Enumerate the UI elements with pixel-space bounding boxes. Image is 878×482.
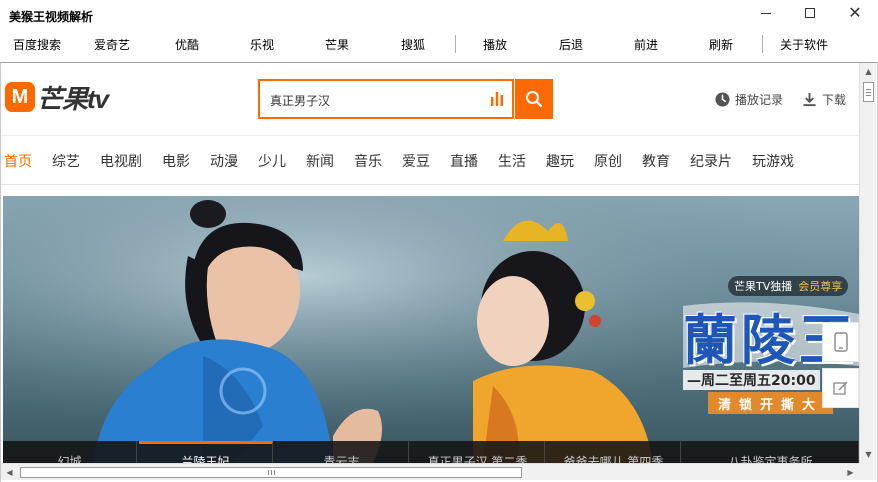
nav-original[interactable]: 原创 [594, 151, 622, 171]
scroll-left-arrow[interactable]: ◀ [1, 464, 18, 481]
nav-movie[interactable]: 电影 [162, 151, 190, 171]
app-toolbar: 百度搜索 爱奇艺 优酷 乐视 芒果 搜狐 播放 后退 前进 刷新 关于软件 [0, 31, 878, 58]
window-title: 美猴王视频解析 [9, 10, 94, 24]
nav-life[interactable]: 生活 [498, 151, 526, 171]
thumb-item[interactable]: 爸爸去哪儿 第四季 [547, 441, 681, 463]
download-icon [803, 92, 816, 107]
web-page: M 芒果tv 真正男子汉 播放记录 下载 首页 综艺 电视剧 电影 动漫 少儿 … [1, 63, 859, 463]
thumb-item[interactable]: 幻城 [3, 441, 137, 463]
nav-tv-drama[interactable]: 电视剧 [100, 151, 142, 171]
vertical-scrollbar[interactable]: ▲ ▼ [859, 63, 876, 463]
search-input[interactable] [270, 90, 480, 110]
scroll-up-arrow[interactable]: ▲ [860, 63, 877, 80]
toolbar-iqiyi[interactable]: 爱奇艺 [94, 36, 130, 53]
vip-label: 会员尊享 [798, 280, 843, 293]
toolbar-refresh[interactable]: 刷新 [709, 36, 733, 53]
mobile-app-button[interactable] [822, 322, 859, 362]
vertical-scroll-thumb[interactable] [863, 82, 874, 102]
horizontal-scroll-thumb[interactable] [20, 467, 522, 478]
download-link[interactable]: 下载 [802, 91, 846, 108]
exclusive-badge: 芒果TV独播 会员尊享 [728, 276, 849, 296]
feedback-button[interactable] [822, 368, 859, 408]
clock-icon [715, 92, 730, 107]
air-schedule: —周二至周五20:00 [683, 370, 820, 390]
toolbar-youku[interactable]: 优酷 [175, 36, 199, 53]
toolbar-back[interactable]: 后退 [559, 36, 583, 53]
nav-variety[interactable]: 综艺 [52, 151, 80, 171]
toolbar-mango[interactable]: 芒果 [325, 36, 349, 53]
nav-live[interactable]: 直播 [450, 151, 478, 171]
nav-kids[interactable]: 少儿 [258, 151, 286, 171]
scrollbar-corner [859, 463, 876, 480]
scroll-down-arrow[interactable]: ▼ [860, 446, 877, 463]
thumb-item[interactable]: 八卦鉴定事务所 [683, 441, 859, 463]
edit-icon [832, 381, 847, 395]
nav-games[interactable]: 玩游戏 [752, 151, 794, 171]
nav-documentary[interactable]: 纪录片 [690, 151, 732, 171]
mango-tv-logo[interactable]: M 芒果tv [5, 81, 109, 114]
toolbar-separator [762, 35, 763, 53]
nav-news[interactable]: 新闻 [306, 151, 334, 171]
scroll-right-arrow[interactable]: ▶ [842, 464, 859, 481]
show-slogan: 清锁开撕大 [708, 392, 834, 414]
nav-education[interactable]: 教育 [642, 151, 670, 171]
search-icon [526, 91, 543, 108]
phone-icon [833, 332, 848, 352]
minimize-button[interactable] [744, 0, 788, 26]
site-header: M 芒果tv 真正男子汉 播放记录 下载 [1, 63, 859, 135]
history-link[interactable]: 播放记录 [715, 91, 783, 108]
nav-idol[interactable]: 爱豆 [402, 151, 430, 171]
close-button[interactable]: ✕ [833, 0, 877, 26]
close-icon: ✕ [848, 3, 862, 22]
nav-anime[interactable]: 动漫 [210, 151, 238, 171]
browser-viewport: M 芒果tv 真正男子汉 播放记录 下载 首页 综艺 电视剧 电影 动漫 少儿 … [0, 62, 878, 482]
search-button[interactable] [515, 79, 553, 119]
toolbar-about[interactable]: 关于软件 [780, 36, 828, 53]
search-box [258, 79, 514, 119]
toolbar-sohu[interactable]: 搜狐 [401, 36, 425, 53]
logo-mark: M [5, 82, 35, 112]
toolbar-forward[interactable]: 前进 [634, 36, 658, 53]
horizontal-scrollbar[interactable]: ◀ ▶ [1, 463, 859, 480]
toolbar-play[interactable]: 播放 [483, 36, 507, 53]
logo-text: 芒果tv [37, 83, 109, 114]
nav-music[interactable]: 音乐 [354, 151, 382, 171]
download-label: 下载 [822, 93, 847, 107]
maximize-button[interactable] [788, 0, 832, 26]
thumb-item[interactable]: 青云志 [275, 441, 409, 463]
history-label: 播放记录 [735, 93, 784, 107]
thumb-item-active[interactable]: 兰陵王妃 [139, 441, 273, 463]
toolbar-separator [455, 35, 456, 53]
minimize-icon [761, 12, 771, 14]
title-bar: 美猴王视频解析 ✕ [0, 0, 878, 31]
thumb-item[interactable]: 真正男子汉 第二季 [411, 441, 545, 463]
voice-bars-icon[interactable] [490, 91, 504, 107]
hero-banner[interactable]: 芒果TV独播 会员尊享 蘭陵王妃 —周二至周五20:00 清锁开撕大 [3, 196, 859, 463]
maximize-icon [805, 8, 815, 18]
nav-home[interactable]: 首页 [4, 151, 32, 171]
toolbar-letv[interactable]: 乐视 [250, 36, 274, 53]
category-nav: 首页 综艺 电视剧 电影 动漫 少儿 新闻 音乐 爱豆 直播 生活 趣玩 原创 … [1, 135, 859, 185]
exclusive-label: 芒果TV独播 [734, 280, 793, 293]
nav-fun[interactable]: 趣玩 [546, 151, 574, 171]
banner-thumbnail-strip: 幻城 兰陵王妃 青云志 真正男子汉 第二季 爸爸去哪儿 第四季 八卦鉴定事务所 [3, 441, 859, 463]
toolbar-baidu-search[interactable]: 百度搜索 [13, 36, 61, 53]
